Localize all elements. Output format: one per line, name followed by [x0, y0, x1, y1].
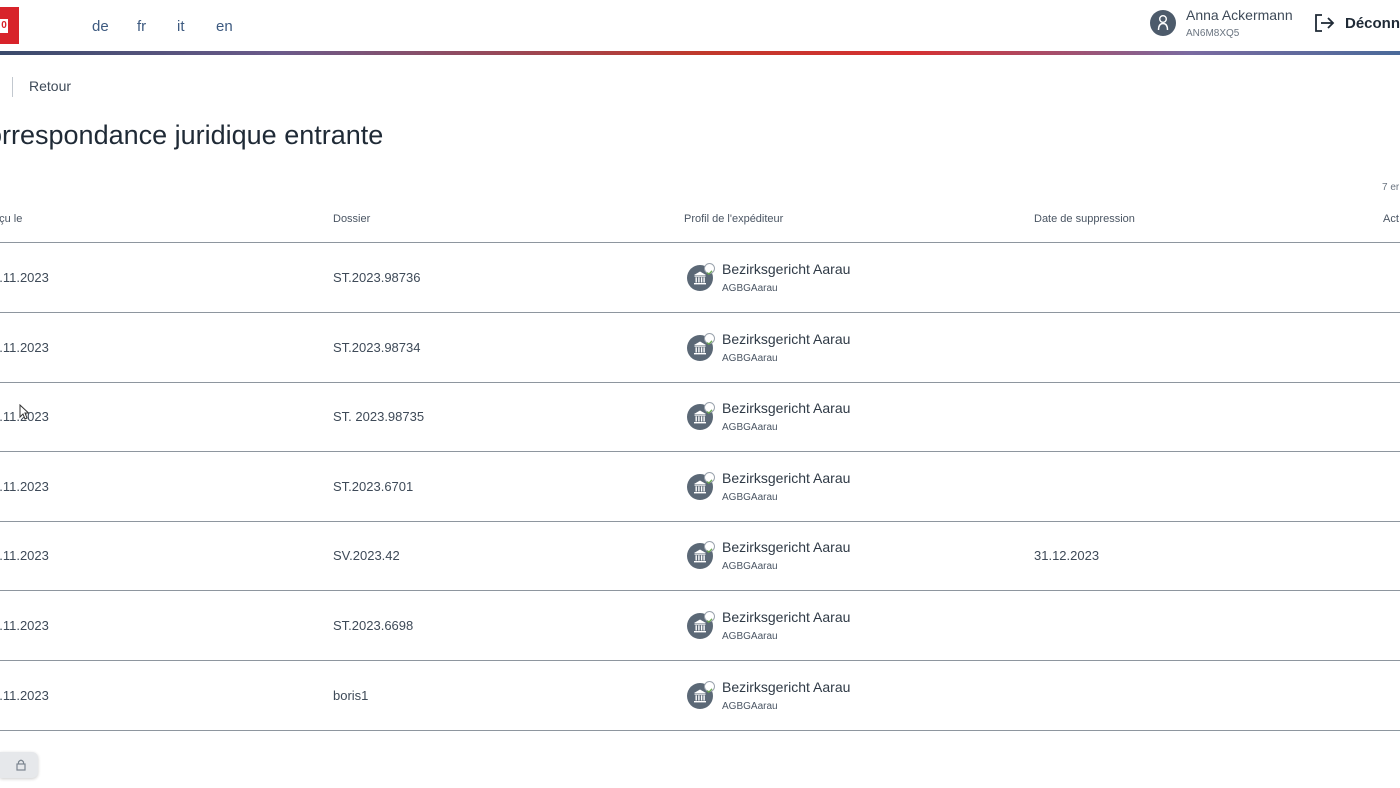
back-link[interactable]: Retour — [29, 78, 71, 94]
dossier-number[interactable]: ST. 2023.98735 — [333, 409, 424, 424]
row-action-icon[interactable]: ⋮ — [1396, 549, 1400, 563]
column-header-sender[interactable]: Profil de l'expéditeur — [684, 213, 783, 225]
row-action-icon[interactable]: ⋮ — [1396, 410, 1400, 424]
received-date: 4.11.2023 — [0, 548, 49, 564]
page-title: orrespondance juridique entrante — [0, 120, 384, 150]
dossier-number[interactable]: SV.2023.42 — [333, 548, 400, 563]
received-date: 0.11.2023 — [0, 270, 49, 285]
table-row[interactable]: 9.11.2023 boris1 Bezirksgericht Aarau AG… — [0, 661, 1400, 731]
sender-code: AGBGAarau — [722, 700, 778, 712]
lock-icon — [16, 759, 26, 771]
received-date: 9.11.2023 — [0, 687, 49, 703]
table-row[interactable]: 0.11.2023 ST. 2023.98735 Bezirksgericht … — [0, 382, 1400, 453]
top-header: 0 de fr it en Anna Ackermann AN6M8XQ5 Dé… — [0, 0, 1400, 52]
header-color-bar — [0, 51, 1400, 55]
dossier-number[interactable]: ST.2023.98734 — [333, 340, 420, 355]
row-action-icon[interactable]: ⋮ — [1396, 341, 1400, 355]
sender-name: Bezirksgericht Aarau — [722, 539, 851, 556]
sender-name: Bezirksgericht Aarau — [722, 678, 851, 695]
verified-badge-icon — [704, 611, 715, 624]
table-row[interactable]: 0.11.2023 ST.2023.98734 Bezirksgericht A… — [0, 313, 1400, 383]
column-header-dossier[interactable]: Dossier — [333, 213, 370, 225]
floating-lock-button[interactable] — [0, 752, 38, 778]
dossier-number[interactable]: ST.2023.6698 — [333, 618, 413, 633]
lang-fr[interactable]: fr — [137, 18, 146, 35]
received-date: 0.11.2023 — [0, 339, 49, 355]
sender-code: AGBGAarau — [722, 352, 778, 364]
table-row[interactable]: 4.11.2023 SV.2023.42 Bezirksgericht Aara… — [0, 521, 1400, 592]
sender-code: AGBGAarau — [722, 422, 778, 434]
verified-badge-icon — [704, 332, 715, 345]
table-row[interactable]: 3.11.2023 ST.2023.6698 Bezirksgericht Aa… — [0, 591, 1400, 661]
page: 0 de fr it en Anna Ackermann AN6M8XQ5 Dé… — [0, 0, 1400, 788]
row-action-icon[interactable]: ⋮ — [1396, 480, 1400, 494]
row-action-icon[interactable]: ⋮ — [1396, 271, 1400, 285]
logout-button[interactable]: Déconne — [1345, 15, 1400, 32]
sender-code: AGBGAarau — [722, 561, 778, 573]
sender-code: AGBGAarau — [722, 283, 778, 294]
mouse-cursor — [19, 403, 30, 425]
table-row[interactable]: 0.11.2023 ST.2023.6701 Bezirksgericht Aa… — [0, 452, 1400, 522]
sender-code: AGBGAarau — [722, 491, 778, 503]
column-header-received[interactable]: eçu le — [0, 213, 22, 225]
logout-icon[interactable] — [1314, 13, 1336, 33]
logo-mark: 0 — [0, 19, 8, 33]
row-action-icon[interactable]: ⋮ — [1396, 689, 1400, 703]
received-date: 3.11.2023 — [0, 618, 49, 633]
lang-it[interactable]: it — [177, 18, 185, 35]
column-header-actions: Act — [1383, 213, 1399, 225]
verified-badge-icon — [704, 471, 715, 484]
verified-badge-icon — [704, 541, 715, 554]
sender-name: Bezirksgericht Aarau — [722, 261, 851, 277]
user-id: AN6M8XQ5 — [1186, 28, 1240, 39]
deletion-date: 31.12.2023 — [1034, 548, 1100, 564]
table-row[interactable]: 0.11.2023 ST.2023.98736 Bezirksgericht A… — [0, 243, 1400, 313]
row-action-icon[interactable]: ⋮ — [1396, 619, 1400, 633]
sender-name: Bezirksgericht Aarau — [722, 469, 851, 486]
user-name: Anna Ackermann — [1186, 7, 1293, 23]
brand-logo[interactable]: 0 — [0, 7, 19, 44]
dossier-number[interactable]: ST.2023.6701 — [333, 479, 413, 494]
lang-en[interactable]: en — [216, 18, 233, 35]
sender-name: Bezirksgericht Aarau — [722, 330, 851, 347]
sender-name: Bezirksgericht Aarau — [722, 609, 851, 625]
verified-badge-icon — [704, 402, 715, 415]
back-divider — [12, 77, 13, 97]
column-header-deletion[interactable]: Date de suppression — [1034, 213, 1135, 225]
verified-badge-icon — [704, 263, 715, 276]
lang-de[interactable]: de — [92, 18, 109, 35]
verified-badge-icon — [704, 680, 715, 693]
entries-count: 7 er — [1382, 182, 1400, 193]
dossier-number[interactable]: ST.2023.98736 — [333, 270, 420, 285]
user-avatar-icon[interactable] — [1150, 10, 1176, 36]
sender-name: Bezirksgericht Aarau — [722, 400, 851, 417]
received-date: 0.11.2023 — [0, 478, 49, 494]
dossier-number[interactable]: boris1 — [333, 688, 368, 703]
sender-code: AGBGAarau — [722, 631, 778, 642]
